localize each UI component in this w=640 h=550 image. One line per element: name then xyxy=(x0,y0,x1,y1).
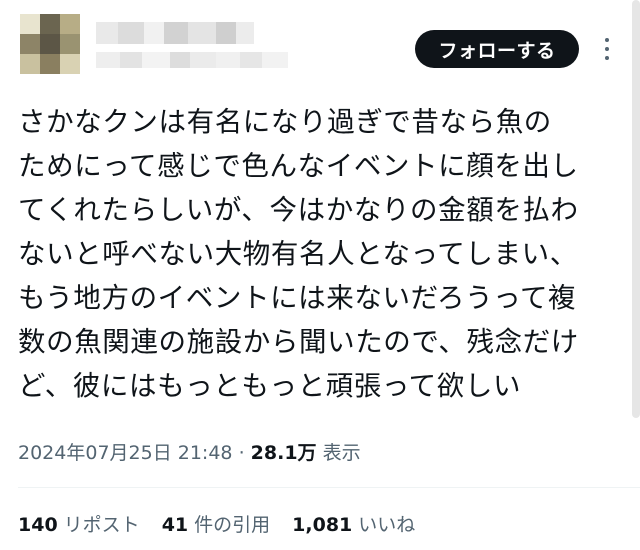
handle-blur-block xyxy=(216,52,240,68)
handle-blur-block xyxy=(120,52,142,68)
quotes-stat[interactable]: 41 件の引用 xyxy=(162,510,270,537)
more-vertical-icon[interactable] xyxy=(600,34,614,64)
likes-label: いいね xyxy=(358,514,416,536)
tweet-text-line: ないと呼べない大物有名人となってしまい、 xyxy=(18,238,578,270)
tweet-text-line: もう地方のイベントには来ないだろうって複 xyxy=(18,282,577,314)
more-dot xyxy=(605,38,609,42)
name-blur-block xyxy=(216,22,236,44)
avatar-pixel xyxy=(60,34,80,54)
name-blur-block xyxy=(144,22,164,44)
timestamp-link[interactable]: 2024年07月25日 21:48 xyxy=(18,442,233,464)
engagement-stats: 140 リポスト 41 件の引用 1,081 いいね xyxy=(18,510,415,537)
name-blur-block xyxy=(96,22,118,44)
avatar-pixel xyxy=(20,54,40,74)
name-blur-block xyxy=(164,22,188,44)
tweet-meta: 2024年07月25日 21:48 · 28.1万 表示 xyxy=(18,438,361,465)
handle-blur-block xyxy=(262,52,288,68)
divider xyxy=(18,487,640,488)
likes-stat[interactable]: 1,081 いいね xyxy=(292,510,415,537)
follow-button[interactable]: フォローする xyxy=(415,30,579,68)
author-name-blurred[interactable] xyxy=(96,22,254,44)
tweet-text: さかなクンは有名になり過ぎで昔なら魚の ためにって感じで色んなイベントに顔を出し… xyxy=(18,100,618,408)
avatar-pixel xyxy=(60,14,80,34)
reposts-count: 140 xyxy=(18,514,58,536)
avatar-pixel xyxy=(40,14,60,34)
handle-blur-block xyxy=(190,52,216,68)
quotes-count: 41 xyxy=(161,514,189,536)
tweet-text-line: ためにって感じで色んなイベントに顔を出し xyxy=(18,150,579,182)
name-blur-block xyxy=(236,22,254,44)
avatar[interactable] xyxy=(20,14,80,74)
likes-count: 1,081 xyxy=(292,514,353,536)
handle-blur-block xyxy=(240,52,262,68)
avatar-pixel xyxy=(20,34,40,54)
avatar-pixel xyxy=(20,14,40,34)
tweet-text-line: ど、彼にはもっともっと頑張って欲しい xyxy=(18,370,522,402)
name-blur-block xyxy=(188,22,216,44)
tweet-text-line: てくれたらしいが、今はかなりの金額を払わ xyxy=(18,194,579,226)
handle-blur-block xyxy=(96,52,120,68)
scrollbar[interactable] xyxy=(632,0,640,418)
handle-blur-block xyxy=(142,52,170,68)
avatar-pixel xyxy=(60,54,80,74)
views-label: 表示 xyxy=(322,442,361,464)
avatar-pixel xyxy=(40,34,60,54)
reposts-stat[interactable]: 140 リポスト xyxy=(18,510,140,537)
name-blur-block xyxy=(118,22,144,44)
avatar-pixel xyxy=(40,54,60,74)
reposts-label: リポスト xyxy=(63,514,140,536)
author-handle-blurred[interactable] xyxy=(96,52,288,68)
quotes-label: 件の引用 xyxy=(194,514,271,536)
views-count: 28.1万 xyxy=(250,442,317,464)
meta-separator: · xyxy=(238,442,245,464)
more-dot xyxy=(605,56,609,60)
handle-blur-block xyxy=(170,52,190,68)
tweet: フォローする さかなクンは有名になり過ぎで昔なら魚の ためにって感じで色んなイベ… xyxy=(0,0,640,550)
more-dot xyxy=(605,47,609,51)
tweet-text-line: さかなクンは有名になり過ぎで昔なら魚の xyxy=(18,106,552,138)
tweet-text-line: 数の魚関連の施設から聞いたので、残念だけ xyxy=(18,326,579,358)
